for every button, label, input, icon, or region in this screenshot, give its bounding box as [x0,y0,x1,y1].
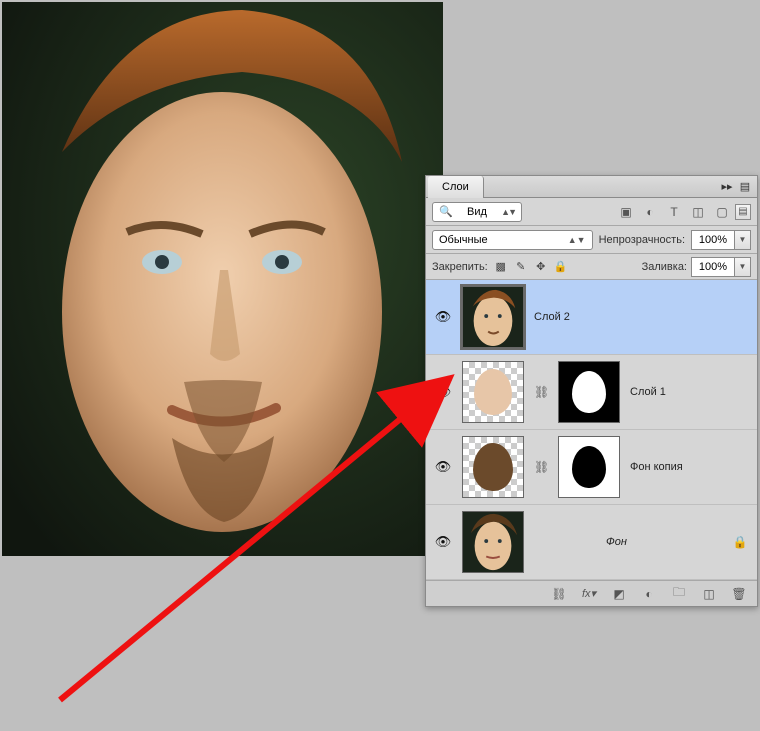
adjustment-layer-icon[interactable]: ◐ [641,586,657,602]
fx-icon[interactable]: fx▾ [581,586,597,602]
document-canvas[interactable] [2,2,443,556]
group-icon[interactable]: 🗀 [671,586,687,602]
filter-toggle-icon[interactable]: ▤ [735,204,751,220]
layer-thumbnail[interactable] [462,361,524,423]
search-icon: 🔍 [439,205,453,218]
workspace: Слои ▸▸ ▤ 🔍 Вид ▲▼ ▣ ◐ T ◫ ▢ ▤ [0,0,760,731]
blend-mode-select[interactable]: Обычные ▲▼ [432,230,593,250]
lock-row: Закрепить: ▩ ✎ ✥ 🔒 Заливка: 100% ▼ [426,254,757,280]
fill-dropdown-icon[interactable]: ▼ [735,257,751,277]
layer-mask-thumbnail[interactable] [558,361,620,423]
layer-row[interactable]: 👁 Фон 🔒 [426,505,757,580]
link-layers-icon[interactable]: ⛓ [551,586,567,602]
layer-kind-select[interactable]: 🔍 Вид ▲▼ [432,202,522,222]
filter-row: 🔍 Вид ▲▼ ▣ ◐ T ◫ ▢ ▤ [426,198,757,226]
chevron-updown-icon: ▲▼ [501,207,515,217]
tab-layers[interactable]: Слои [428,176,484,198]
fill-input[interactable]: 100% [691,257,735,277]
blend-row: Обычные ▲▼ Непрозрачность: 100% ▼ [426,226,757,254]
tab-label: Слои [442,181,469,193]
layer-name[interactable]: Фон [606,536,721,548]
lock-all-icon[interactable]: 🔒 [554,260,568,274]
filter-shape-icon[interactable]: ◫ [691,205,705,219]
panel-menu-icon[interactable]: ▤ [739,181,751,193]
layer-mask-thumbnail[interactable] [558,436,620,498]
layer-name[interactable]: Слой 2 [534,311,749,323]
composite-image [2,2,443,556]
add-mask-icon[interactable]: ◩ [611,586,627,602]
opacity-input[interactable]: 100% [691,230,735,250]
blend-mode-value: Обычные [439,234,488,246]
visibility-icon[interactable]: 👁 [434,309,452,325]
filter-smart-icon[interactable]: ▢ [715,205,729,219]
mask-link-icon[interactable]: ⛓ [534,460,548,474]
fill-label: Заливка: [642,261,687,273]
visibility-icon[interactable]: 👁 [434,534,452,550]
layer-row[interactable]: 👁 ⛓ Слой 1 [426,355,757,430]
lock-label: Закрепить: [432,261,488,273]
layer-thumbnail[interactable] [462,436,524,498]
filter-type-icon[interactable]: T [667,205,681,219]
lock-icon: 🔒 [731,535,749,549]
filter-adjust-icon[interactable]: ◐ [643,205,657,219]
filter-image-icon[interactable]: ▣ [619,205,633,219]
trash-icon[interactable]: 🗑 [731,586,747,602]
layers-list: 👁 Слой 2 👁 ⛓ Слой 1 👁 ⛓ [426,280,757,580]
lock-move-icon[interactable]: ✥ [534,260,548,274]
new-layer-icon[interactable]: ◫ [701,586,717,602]
collapse-icon[interactable]: ▸▸ [721,181,733,193]
layer-name[interactable]: Слой 1 [630,386,749,398]
layers-panel: Слои ▸▸ ▤ 🔍 Вид ▲▼ ▣ ◐ T ◫ ▢ ▤ [425,175,758,607]
lock-brush-icon[interactable]: ✎ [514,260,528,274]
layers-bottom-bar: ⛓ fx▾ ◩ ◐ 🗀 ◫ 🗑 [426,580,757,606]
layer-thumbnail[interactable] [462,511,524,573]
lock-transparency-icon[interactable]: ▩ [494,260,508,274]
layer-row[interactable]: 👁 ⛓ Фон копия [426,430,757,505]
opacity-label: Непрозрачность: [599,234,685,246]
opacity-dropdown-icon[interactable]: ▼ [735,230,751,250]
layer-row[interactable]: 👁 Слой 2 [426,280,757,355]
layer-name[interactable]: Фон копия [630,461,749,473]
mask-link-icon[interactable]: ⛓ [534,385,548,399]
visibility-icon[interactable]: 👁 [434,459,452,475]
panel-tabbar: Слои ▸▸ ▤ [426,176,757,198]
layer-thumbnail[interactable] [462,286,524,348]
visibility-icon[interactable]: 👁 [434,384,452,400]
kind-label: Вид [467,206,487,218]
chevron-updown-icon: ▲▼ [568,235,586,245]
